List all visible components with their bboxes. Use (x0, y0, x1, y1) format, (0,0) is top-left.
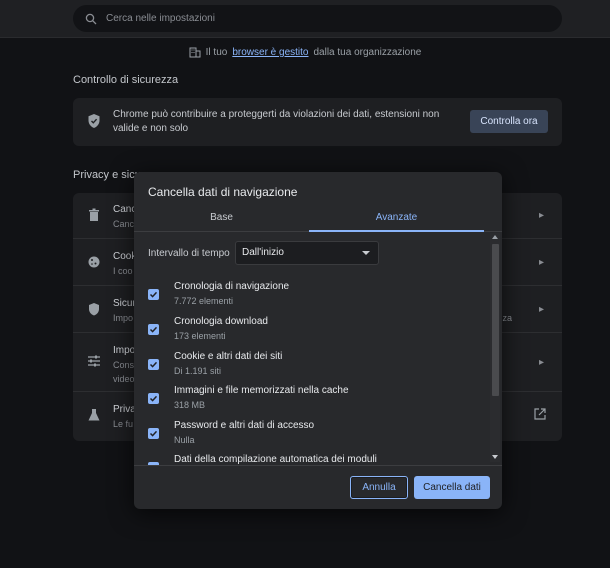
privacy-section-title: Privacy e sicu (73, 169, 141, 181)
safety-check-title: Controllo di sicurezza (73, 74, 179, 86)
checkbox-checked[interactable] (148, 289, 159, 300)
scroll-up-arrow-icon[interactable] (492, 235, 498, 239)
time-range-label: Intervallo di tempo (148, 248, 230, 259)
check-now-button[interactable]: Controlla ora (470, 110, 548, 133)
managed-notice: Il tuo browser è gestito dalla tua organ… (0, 47, 610, 58)
settings-search-box[interactable] (73, 5, 562, 32)
managed-prefix: Il tuo (205, 47, 228, 58)
safety-check-card: Chrome può contribuire a proteggerti da … (73, 98, 562, 146)
option-name: Cronologia di navigazione (174, 281, 290, 292)
managed-link[interactable]: browser è gestito (232, 47, 308, 58)
checkmark-icon (149, 430, 158, 437)
cancel-button[interactable]: Annulla (350, 476, 408, 499)
option-name: Cookie e altri dati dei siti (174, 351, 283, 362)
option-name: Immagini e file memorizzati nella cache (174, 385, 349, 396)
dialog-title: Cancella dati di navigazione (148, 185, 298, 199)
flask-icon (88, 409, 100, 421)
settings-header (0, 0, 610, 38)
external-link-icon[interactable] (534, 408, 546, 420)
scroll-down-arrow-icon[interactable] (492, 455, 498, 459)
checkmark-icon (149, 291, 158, 298)
dialog-footer: Annulla Cancella dati (134, 465, 502, 509)
option-detail: 318 MB (174, 400, 206, 410)
dropdown-caret-icon (362, 251, 370, 255)
managed-suffix: dalla tua organizzazione (313, 47, 422, 58)
sliders-icon (88, 355, 100, 367)
clear-browsing-data-dialog: Cancella dati di navigazione Base Avanza… (134, 172, 502, 509)
row-title: Cook (113, 251, 137, 262)
row-subtitle: I coo (113, 266, 133, 276)
row-title: Sicur (113, 298, 136, 309)
checkbox-checked[interactable] (148, 393, 159, 404)
clear-data-button[interactable]: Cancella dati (414, 476, 490, 499)
checkmark-icon (149, 361, 158, 368)
time-range-select[interactable]: Dall'inizio (235, 241, 379, 265)
option-name: Password e altri dati di accesso (174, 420, 315, 431)
chevron-right-icon: ▸ (538, 304, 544, 315)
option-name: Cronologia download (174, 316, 268, 327)
checkbox-checked[interactable] (148, 359, 159, 370)
shield-icon (88, 114, 100, 128)
checkmark-icon (149, 326, 158, 333)
trash-icon (89, 208, 99, 221)
row-subtitle: Le fu (113, 419, 134, 429)
tab-basic[interactable]: Base (134, 208, 309, 232)
dialog-scroll-content[interactable]: Intervallo di tempo Dall'inizio Cronolog… (134, 233, 502, 465)
chevron-right-icon: ▸ (538, 210, 544, 221)
option-detail: 173 elementi (174, 331, 226, 341)
option-passwords[interactable]: Password e altri dati di accesso Nulla (134, 420, 484, 454)
dialog-tabs: Base Avanzate (134, 208, 502, 232)
option-detail: Di 1.191 siti (174, 366, 222, 376)
safety-check-text: Chrome può contribuire a proteggerti da … (113, 109, 440, 134)
shield-icon (89, 303, 99, 316)
option-detail: 7.772 elementi (174, 296, 234, 306)
option-autofill[interactable]: Dati della compilazione automatica dei m… (134, 454, 484, 465)
checkbox-checked[interactable] (148, 428, 159, 439)
row-title: Impo (113, 345, 136, 356)
option-browsing-history[interactable]: Cronologia di navigazione 7.772 elementi (134, 281, 484, 315)
option-detail: Nulla (174, 435, 195, 445)
row-subtitle: Impo (113, 313, 134, 323)
option-cookies[interactable]: Cookie e altri dati dei siti Di 1.191 si… (134, 351, 484, 385)
option-download-history[interactable]: Cronologia download 173 elementi (134, 316, 484, 350)
row-subtitle: Cons (113, 360, 135, 370)
row-title: Canc (113, 204, 137, 215)
cookie-icon (88, 256, 100, 268)
chevron-right-icon: ▸ (538, 257, 544, 268)
dialog-scrollbar-thumb[interactable] (492, 244, 499, 396)
building-icon (189, 47, 201, 58)
row-subtitle: Canc (113, 219, 135, 229)
row-subtitle-tail: za (502, 313, 512, 323)
checkmark-icon (149, 395, 158, 402)
chevron-right-icon: ▸ (538, 357, 544, 368)
row-subtitle-line2: video (113, 374, 135, 384)
option-cache[interactable]: Immagini e file memorizzati nella cache … (134, 385, 484, 419)
row-title: Priva (113, 404, 136, 415)
search-input[interactable] (106, 13, 506, 24)
search-icon (85, 13, 97, 24)
checkbox-checked[interactable] (148, 324, 159, 335)
time-range-value: Dall'inizio (242, 247, 284, 258)
option-name: Dati della compilazione automatica dei m… (174, 454, 377, 465)
tab-advanced[interactable]: Avanzate (309, 208, 484, 232)
